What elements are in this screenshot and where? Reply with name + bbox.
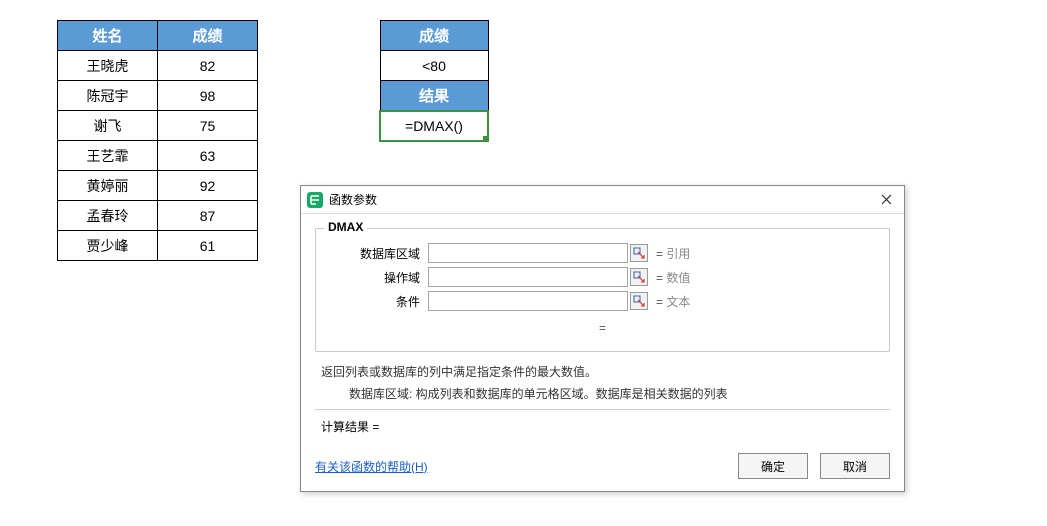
param-input-field[interactable] bbox=[428, 267, 628, 287]
param-input-criteria[interactable] bbox=[428, 291, 628, 311]
param-row-field: 操作域 数值 bbox=[330, 267, 875, 287]
param-hint: 数值 bbox=[656, 269, 690, 286]
description-param-text: 数据库区域: 构成列表和数据库的单元格区域。数据库是相关数据的列表 bbox=[321, 384, 884, 406]
cell-score[interactable]: 98 bbox=[158, 81, 258, 111]
param-label: 操作域 bbox=[330, 269, 420, 286]
cell-score[interactable]: 61 bbox=[158, 231, 258, 261]
params-fieldset: DMAX 数据库区域 引用 操作域 数值 条件 bbox=[315, 228, 890, 352]
cell-name[interactable]: 谢飞 bbox=[58, 111, 158, 141]
table-row[interactable]: 结果 bbox=[380, 81, 488, 111]
cell-name[interactable]: 孟春玲 bbox=[58, 201, 158, 231]
cell-score[interactable]: 75 bbox=[158, 111, 258, 141]
table-header-row[interactable]: 姓名 成绩 bbox=[58, 21, 258, 51]
dialog-footer: 有关该函数的帮助(H) 确定 取消 bbox=[301, 453, 904, 491]
cell-name[interactable]: 陈冠宇 bbox=[58, 81, 158, 111]
param-row-criteria: 条件 文本 bbox=[330, 291, 875, 311]
table-row[interactable]: <80 bbox=[380, 51, 488, 81]
refedit-icon bbox=[633, 247, 645, 259]
table-row[interactable]: 贾少峰61 bbox=[58, 231, 258, 261]
table-row[interactable]: 孟春玲87 bbox=[58, 201, 258, 231]
table-row[interactable]: 黄婷丽92 bbox=[58, 171, 258, 201]
refedit-icon bbox=[633, 295, 645, 307]
refedit-button[interactable] bbox=[630, 292, 648, 310]
grades-table[interactable]: 姓名 成绩 王晓虎82 陈冠宇98 谢飞75 王艺霏63 黄婷丽92 孟春玲87… bbox=[57, 20, 258, 261]
table-row[interactable]: =DMAX() bbox=[380, 111, 488, 141]
param-hint: 文本 bbox=[656, 293, 690, 310]
header-name[interactable]: 姓名 bbox=[58, 21, 158, 51]
ok-button[interactable]: 确定 bbox=[738, 453, 808, 479]
cell-score[interactable]: 63 bbox=[158, 141, 258, 171]
cancel-button[interactable]: 取消 bbox=[820, 453, 890, 479]
close-icon bbox=[881, 194, 892, 205]
cell-name[interactable]: 黄婷丽 bbox=[58, 171, 158, 201]
result-preview-equals: = bbox=[330, 321, 875, 335]
description-text: 返回列表或数据库的列中满足指定条件的最大数值。 bbox=[321, 362, 884, 384]
cell-name[interactable]: 王晓虎 bbox=[58, 51, 158, 81]
dialog-body: DMAX 数据库区域 引用 操作域 数值 条件 bbox=[301, 214, 904, 453]
param-label: 数据库区域 bbox=[330, 245, 420, 262]
function-name-legend: DMAX bbox=[324, 220, 367, 234]
cell-score[interactable]: 82 bbox=[158, 51, 258, 81]
param-row-database: 数据库区域 引用 bbox=[330, 243, 875, 263]
description-block: 返回列表或数据库的列中满足指定条件的最大数值。 数据库区域: 构成列表和数据库的… bbox=[315, 358, 890, 410]
refedit-icon bbox=[633, 271, 645, 283]
criteria-header[interactable]: 成绩 bbox=[380, 21, 488, 51]
result-row: 计算结果 = bbox=[315, 410, 890, 441]
formula-cell[interactable]: =DMAX() bbox=[380, 111, 488, 141]
header-score[interactable]: 成绩 bbox=[158, 21, 258, 51]
criteria-table[interactable]: 成绩 <80 结果 =DMAX() bbox=[379, 20, 489, 142]
result-header[interactable]: 结果 bbox=[380, 81, 488, 111]
table-row[interactable]: 陈冠宇98 bbox=[58, 81, 258, 111]
param-input-database[interactable] bbox=[428, 243, 628, 263]
app-icon bbox=[307, 192, 323, 208]
param-label: 条件 bbox=[330, 293, 420, 310]
titlebar[interactable]: 函数参数 bbox=[301, 186, 904, 214]
help-link[interactable]: 有关该函数的帮助(H) bbox=[315, 458, 428, 475]
refedit-button[interactable] bbox=[630, 268, 648, 286]
table-row[interactable]: 谢飞75 bbox=[58, 111, 258, 141]
cell-name[interactable]: 贾少峰 bbox=[58, 231, 158, 261]
cell-name[interactable]: 王艺霏 bbox=[58, 141, 158, 171]
table-row[interactable]: 成绩 bbox=[380, 21, 488, 51]
table-row[interactable]: 王艺霏63 bbox=[58, 141, 258, 171]
function-arguments-dialog: 函数参数 DMAX 数据库区域 引用 操作域 数值 bbox=[300, 185, 905, 492]
close-button[interactable] bbox=[874, 192, 898, 208]
cell-score[interactable]: 87 bbox=[158, 201, 258, 231]
refedit-button[interactable] bbox=[630, 244, 648, 262]
table-row[interactable]: 王晓虎82 bbox=[58, 51, 258, 81]
dialog-title: 函数参数 bbox=[329, 191, 874, 208]
param-hint: 引用 bbox=[656, 245, 690, 262]
cell-score[interactable]: 92 bbox=[158, 171, 258, 201]
criteria-value[interactable]: <80 bbox=[380, 51, 488, 81]
